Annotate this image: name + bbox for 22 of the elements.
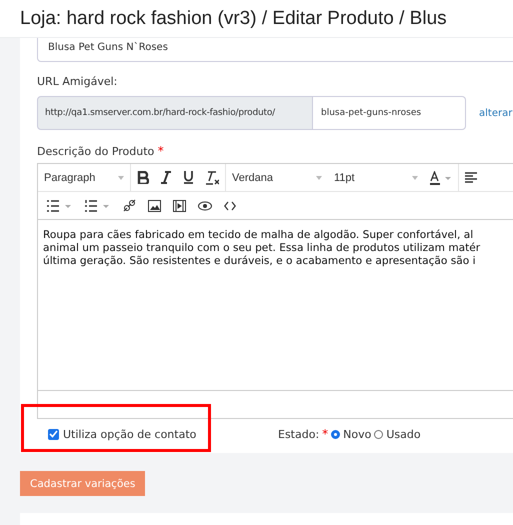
text-line: última geração. São resistentes e duráveis, e o acabamento e apresentação são i (43, 255, 477, 268)
url-prefix: http://qa1.smserver.com.br/hard-rock-fashio/produto/ (37, 96, 313, 130)
field-label: URL Amigável: (37, 75, 118, 90)
radio-label: Novo (343, 428, 372, 440)
text-line: animal um passeio tranquilo com o seu pet. Essa linha de produtos utilizam matér (43, 242, 482, 255)
required-mark: * (322, 427, 328, 441)
checkbox-label: Utiliza opção de contato (63, 428, 196, 440)
checkbox[interactable] (48, 428, 59, 440)
field-label: Descrição do Produto (37, 145, 154, 158)
font-size-dropdown[interactable]: 11pt (328, 172, 424, 184)
required-mark: * (158, 144, 164, 158)
font-dropdown[interactable]: Verdana (226, 172, 328, 184)
change-link[interactable]: alterar (479, 108, 512, 118)
product-name-field[interactable]: Blusa Pet Guns N`Roses (37, 38, 513, 62)
page-title: Loja: hard rock fashion (vr3) / Editar Produto / Blus (20, 8, 447, 30)
text-line: Roupa para cães fabricado em tecido de malha de algodão. Super confortável, al (43, 229, 474, 242)
radio-button[interactable] (331, 430, 340, 438)
url-slug-field[interactable]: blusa-pet-guns-nroses (313, 96, 466, 130)
format-dropdown[interactable]: Paragraph (38, 172, 130, 184)
field-label: Estado: (278, 428, 320, 440)
radio-label: Usado (386, 428, 421, 440)
radio-button[interactable] (374, 430, 384, 438)
